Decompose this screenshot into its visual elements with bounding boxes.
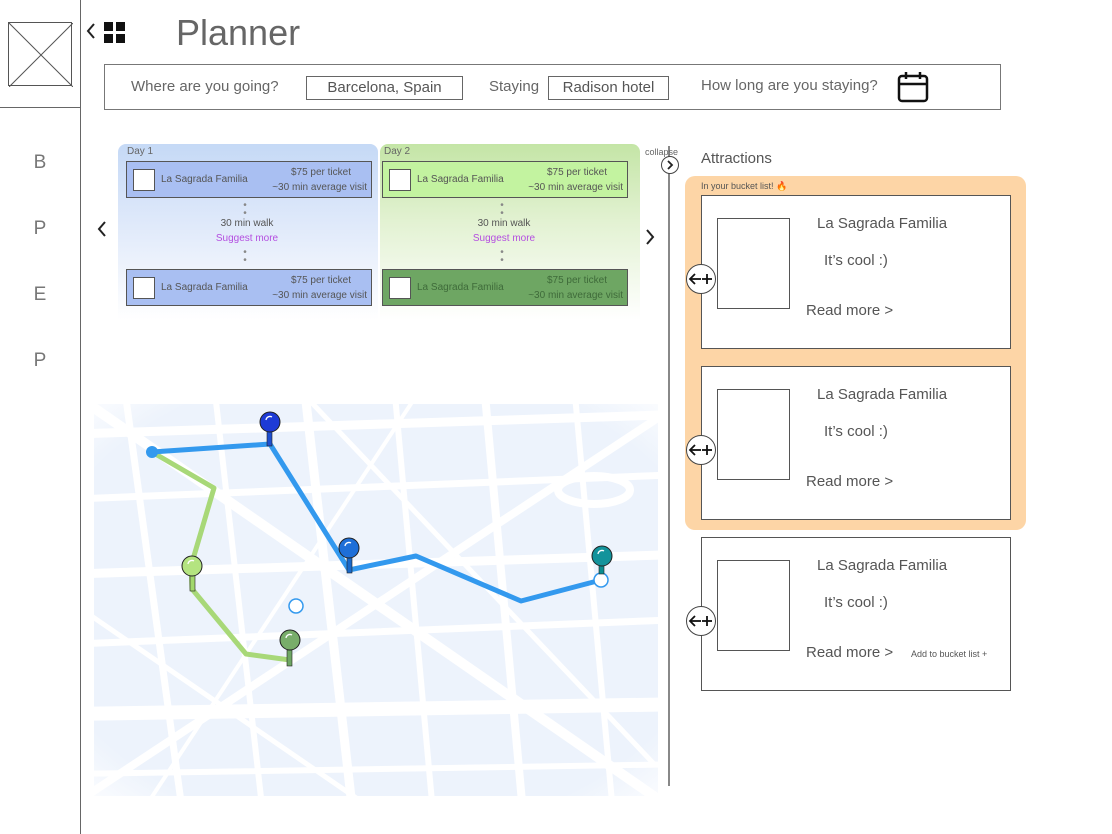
panel-divider[interactable]: [668, 146, 670, 786]
walk-time: 30 min walk: [220, 218, 274, 229]
read-more-link[interactable]: Read more >: [806, 644, 893, 661]
chevron-right-icon: [667, 160, 674, 170]
day-2-label: Day 2: [384, 146, 411, 157]
day-1-stop-2[interactable]: La Sagrada Familia $75 per ticket ~30 mi…: [126, 269, 372, 306]
map-canvas[interactable]: [67, 379, 701, 829]
image-placeholder-icon: [8, 22, 74, 88]
suggest-more-link[interactable]: Suggest more: [187, 233, 307, 244]
route-dots: • •: [500, 200, 504, 219]
bucket-list-label: In your bucket list! 🔥: [701, 181, 788, 191]
attraction-image: [717, 218, 790, 309]
read-more-link[interactable]: Read more >: [806, 473, 893, 490]
stop-name: La Sagrada Familia: [161, 174, 248, 185]
sidebar-item-3[interactable]: E: [0, 284, 80, 306]
stop-price: $75 per ticket: [546, 275, 607, 286]
staying-label: Staying: [489, 78, 540, 95]
collapse-label: collapse: [645, 147, 679, 157]
drag-arrow-icon: [688, 615, 712, 627]
attraction-card[interactable]: La Sagrada Familia It’s cool :) Read mor…: [701, 195, 1011, 349]
duration-label: How long are you staying?: [701, 77, 878, 94]
stop-thumbnail: [389, 169, 411, 191]
drag-to-itinerary-button[interactable]: [686, 606, 716, 636]
sidebar-item-2[interactable]: P: [0, 218, 80, 240]
route-map[interactable]: [67, 379, 701, 829]
attractions-title: Attractions: [701, 150, 772, 167]
attraction-name: La Sagrada Familia: [817, 215, 948, 232]
attraction-name: La Sagrada Familia: [817, 557, 948, 574]
read-more-link[interactable]: Read more >: [806, 302, 893, 319]
stop-name: La Sagrada Familia: [417, 174, 504, 185]
route-dots: • •: [500, 247, 504, 266]
sidebar-item-1[interactable]: B: [0, 152, 80, 174]
hotel-point[interactable]: [288, 598, 304, 614]
attraction-description: It’s cool :): [824, 423, 888, 440]
stop-thumbnail: [133, 169, 155, 191]
hotel-input[interactable]: Radison hotel: [548, 76, 669, 100]
day-2-stop-2[interactable]: La Sagrada Familia $75 per ticket ~30 mi…: [382, 269, 628, 306]
drag-arrow-icon: [688, 444, 712, 456]
attraction-card[interactable]: La Sagrada Familia It’s cool :) Read mor…: [701, 537, 1011, 691]
drag-to-itinerary-button[interactable]: [686, 264, 716, 294]
next-day-button[interactable]: [643, 226, 657, 254]
day-2-stop-1[interactable]: La Sagrada Familia $75 per ticket ~30 mi…: [382, 161, 628, 198]
add-to-bucket-list-button[interactable]: Add to bucket list +: [911, 649, 987, 659]
sidebar-item-4[interactable]: P: [0, 350, 80, 372]
attraction-description: It’s cool :): [824, 252, 888, 269]
stop-name: La Sagrada Familia: [161, 282, 248, 293]
chevron-right-icon: [646, 229, 655, 245]
walk-time: 30 min walk: [477, 218, 531, 229]
destination-input[interactable]: Barcelona, Spain: [306, 76, 463, 100]
stop-thumbnail: [389, 277, 411, 299]
stop-name: La Sagrada Familia: [417, 282, 504, 293]
stop-visit-time: ~30 min average visit: [272, 290, 367, 301]
calendar-icon[interactable]: [897, 71, 929, 103]
sidebar-divider: [80, 0, 81, 834]
chevron-left-icon: [97, 221, 106, 237]
attraction-image: [717, 560, 790, 651]
stop-visit-time: ~30 min average visit: [272, 182, 367, 193]
route-dots: • •: [243, 247, 247, 266]
end-point[interactable]: [593, 572, 609, 588]
attraction-card[interactable]: La Sagrada Familia It’s cool :) Read mor…: [701, 366, 1011, 520]
back-button[interactable]: [84, 20, 98, 48]
route-dots: • •: [243, 200, 247, 219]
rail-divider: [0, 107, 80, 108]
attraction-image: [717, 389, 790, 480]
attraction-name: La Sagrada Familia: [817, 386, 948, 403]
start-point[interactable]: [146, 446, 158, 458]
drag-to-itinerary-button[interactable]: [686, 435, 716, 465]
drag-arrow-icon: [688, 273, 712, 285]
destination-label: Where are you going?: [131, 78, 279, 95]
stop-visit-time: ~30 min average visit: [528, 182, 623, 193]
stop-price: $75 per ticket: [546, 167, 607, 178]
suggest-more-link[interactable]: Suggest more: [444, 233, 564, 244]
attraction-description: It’s cool :): [824, 594, 888, 611]
stop-visit-time: ~30 min average visit: [528, 290, 623, 301]
day-1-label: Day 1: [127, 146, 154, 157]
page-title: Planner: [176, 12, 301, 53]
grid-icon[interactable]: [104, 22, 126, 44]
stop-thumbnail: [133, 277, 155, 299]
day-1-stop-1[interactable]: La Sagrada Familia $75 per ticket ~30 mi…: [126, 161, 372, 198]
prev-day-button[interactable]: [95, 218, 109, 246]
chevron-left-icon: [86, 23, 95, 39]
collapse-button[interactable]: [661, 156, 679, 174]
stop-price: $75 per ticket: [290, 275, 351, 286]
logo-placeholder: [8, 22, 74, 88]
stop-price: $75 per ticket: [290, 167, 351, 178]
